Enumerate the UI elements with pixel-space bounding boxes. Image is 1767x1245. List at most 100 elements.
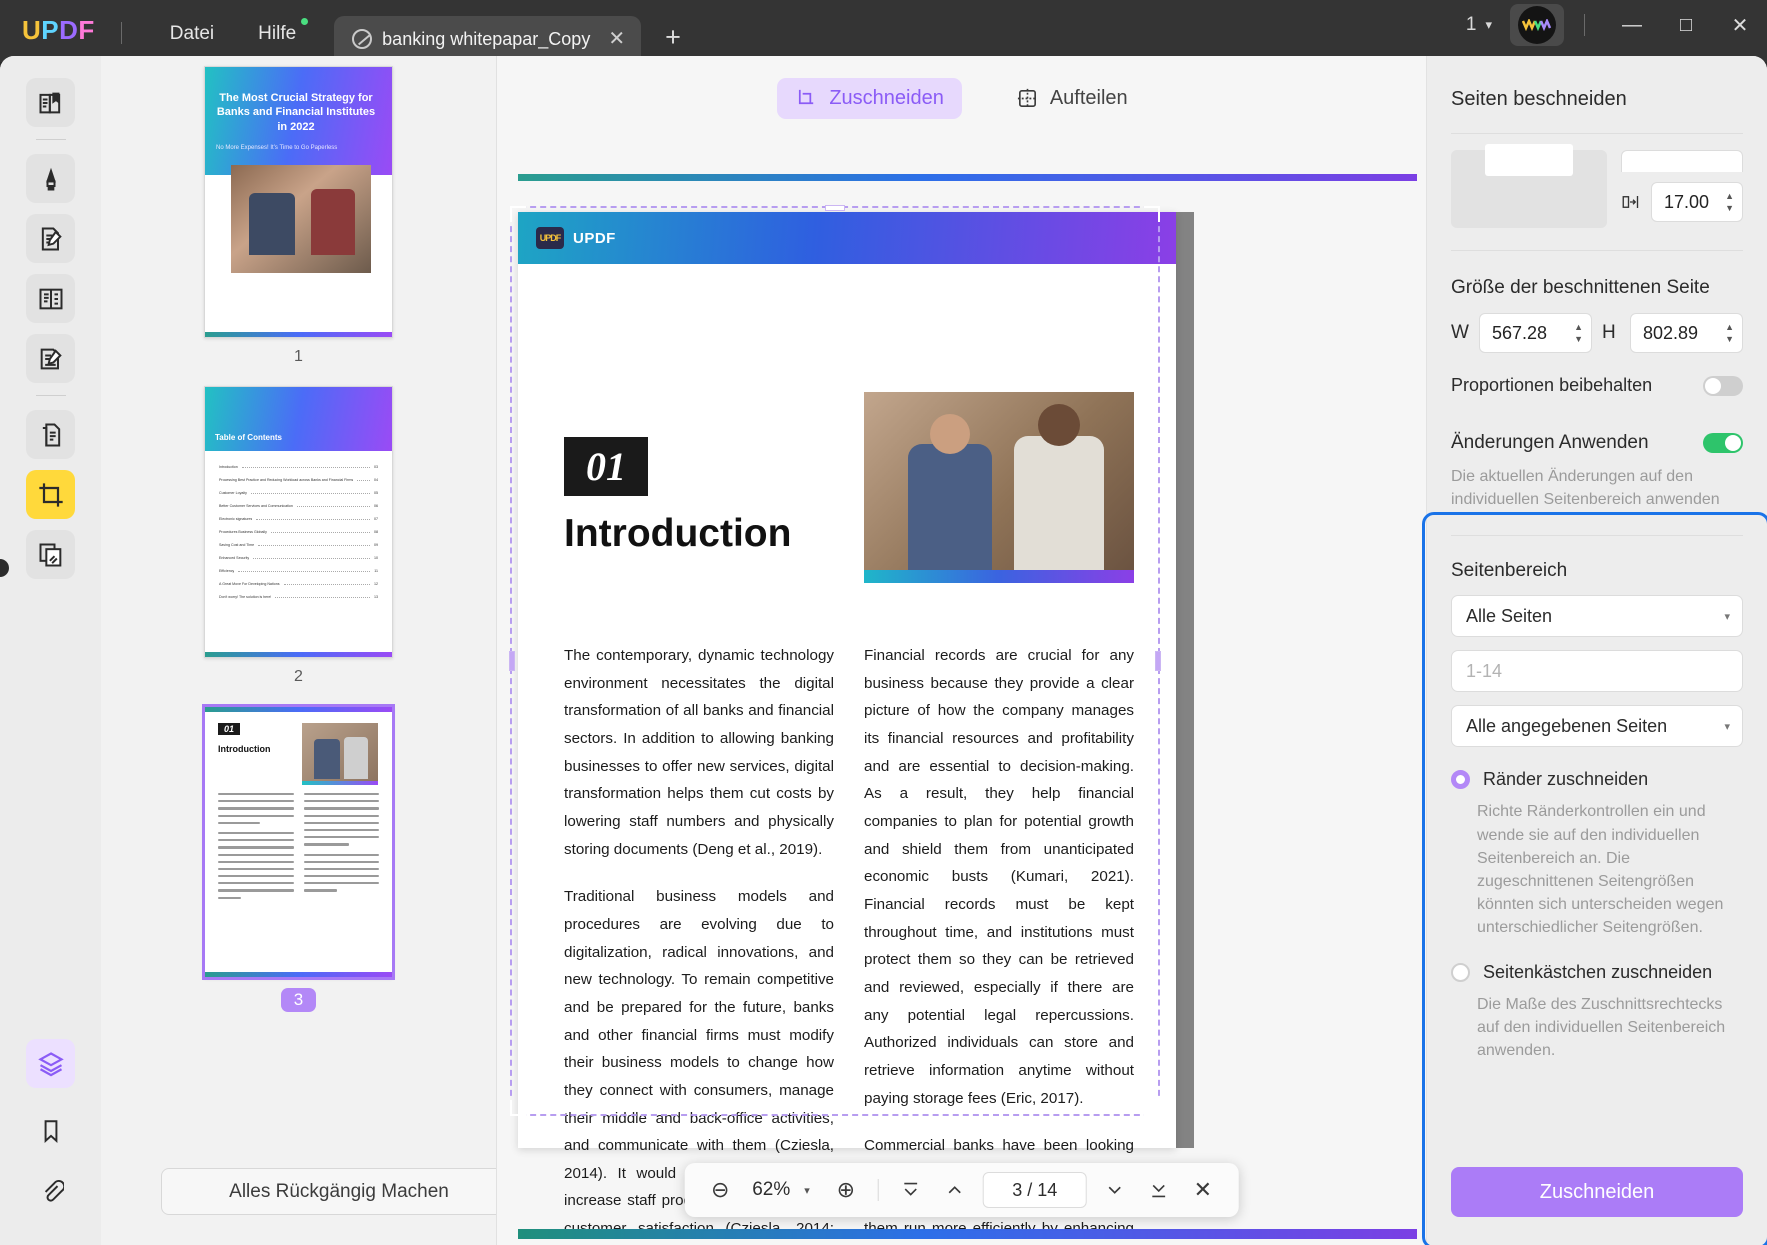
chevron-down-icon: ▾ [1724,610,1730,623]
panel-collapse-handle[interactable] [0,559,9,577]
paragraph: Financial records are crucial for any bu… [864,647,1134,1107]
pdf-page[interactable]: UPDF UPDF 01 Introduction The contempora… [518,212,1176,1237]
last-page-icon[interactable] [1137,1168,1181,1212]
menu-hilfe[interactable]: Hilfe [236,18,318,45]
document-tab-title: banking whitepapar_Copy [382,28,591,49]
crop-handle-left[interactable] [509,651,515,671]
page-range-input-placeholder: 1-14 [1466,660,1503,681]
radio-crop-margins[interactable] [1451,770,1470,790]
thumbnail-page-1[interactable]: The Most Crucial Strategy for Banks and … [204,66,393,338]
height-value[interactable] [1643,322,1726,344]
margin-side-value[interactable] [1664,191,1726,213]
zoom-out-button[interactable]: ⊖ [698,1168,742,1212]
tab-aufteilen[interactable]: Aufteilen [998,78,1146,119]
page-range-input[interactable]: 1-14 [1451,650,1743,693]
toc-page: 05 [374,491,378,495]
sidebar-item-edit-pdf[interactable] [26,214,75,263]
sidebar-item-pages[interactable] [26,1039,75,1088]
updf-logo: U P D F [22,15,95,46]
chevron-down-icon: ▾ [1724,720,1730,733]
thumbnail-item-1[interactable]: The Most Crucial Strategy for Banks and … [101,66,496,366]
tab-zuschneiden[interactable]: Zuschneiden [777,78,962,119]
new-tab-button[interactable]: + [665,22,681,53]
proportions-toggle[interactable] [1703,375,1743,396]
paragraph: The contemporary, dynamic technology env… [564,647,834,858]
stepper-arrows-icon[interactable]: ▲ ▼ [1574,323,1583,343]
undo-all-button[interactable]: Alles Rückgängig Machen [161,1168,496,1215]
toc-page: 06 [374,504,378,508]
sidebar-item-ocr[interactable] [26,530,75,579]
toc-row: Introduction 03 [219,465,378,469]
sign-icon [37,345,65,373]
logo-letter: D [59,15,79,45]
toc-page: 03 [374,465,378,469]
thumbnail-item-3[interactable]: 01 Introduction 3 [101,704,496,1012]
close-toolbar-button[interactable]: ✕ [1181,1168,1225,1212]
zoom-in-button[interactable]: ⊕ [824,1168,868,1212]
window-controls: 1 ▾ — □ ✕ [1466,4,1767,46]
toc-text: Enhanced Security [219,556,250,560]
height-input[interactable]: ▲▼ [1630,313,1743,353]
minimize-button[interactable]: — [1605,14,1659,37]
radio-crop-margins-row[interactable]: Ränder zuschneiden [1427,747,1767,790]
page-bottom-band [518,1229,1417,1239]
first-page-icon[interactable] [889,1168,933,1212]
sidebar-item-bookmark[interactable] [26,1106,75,1155]
apply-changes-label: Änderungen Anwenden [1451,432,1649,453]
thumbnail-panel[interactable]: The Most Crucial Strategy for Banks and … [101,56,497,1245]
page-range-select[interactable]: Alle Seiten ▾ [1451,595,1743,638]
sidebar-item-crop[interactable] [26,470,75,519]
zoom-dropdown-icon[interactable]: ▾ [800,1184,824,1197]
crop-button[interactable]: Zuschneiden [1451,1167,1743,1217]
logo-letter: P [41,15,60,45]
divider [35,395,66,396]
divider [877,1179,879,1201]
logo-letter: F [78,15,95,45]
radio-crop-boxes-row[interactable]: Seitenkästchen zuschneiden [1427,940,1767,983]
sidebar-item-reader[interactable] [26,78,75,127]
margin-preview [1451,144,1607,228]
maximize-button[interactable]: □ [1659,14,1713,37]
thumbnail-page-2[interactable]: Table of Contents Introduction 03 Process… [204,386,393,658]
sidebar-item-form[interactable] [26,274,75,323]
page-indicator[interactable]: 3 / 14 [982,1172,1087,1208]
sidebar-item-sign[interactable] [26,334,75,383]
next-page-icon[interactable] [1093,1168,1137,1212]
sidebar-item-convert[interactable] [26,410,75,459]
stepper-arrows-icon[interactable]: ▲ ▼ [1725,192,1734,212]
menu-datei[interactable]: Datei [148,23,236,45]
tab-zuschneiden-label: Zuschneiden [829,87,944,109]
toc-page: 08 [374,530,378,534]
zoom-level-value[interactable]: 62% [742,1179,800,1201]
toc-row: Electronic signatures 07 [219,517,378,521]
width-input[interactable]: ▲▼ [1479,313,1592,353]
specified-pages-select[interactable]: Alle angegebenen Seiten ▾ [1451,705,1743,748]
prev-page-icon[interactable] [933,1168,977,1212]
page-text-columns [218,793,379,904]
margin-top-value[interactable] [1634,159,1734,172]
sidebar-item-highlighter[interactable] [26,154,75,203]
thumbnail-item-2[interactable]: Table of Contents Introduction 03 Process… [101,386,496,686]
close-window-button[interactable]: ✕ [1713,13,1767,38]
crop-dim-right [1176,212,1194,1148]
toc-text: Procedures Business Globally [219,530,267,534]
updf-watermark-icon: UPDF [536,227,564,249]
radio-crop-boxes[interactable] [1451,962,1470,982]
sidebar-item-attachment[interactable] [26,1166,75,1215]
toc-title: Table of Contents [215,433,282,442]
width-value[interactable] [1492,322,1575,344]
margin-top-input[interactable] [1621,150,1743,172]
crop-handle-top[interactable] [825,205,845,211]
window-count-value: 1 [1465,14,1477,35]
close-icon[interactable]: ✕ [608,29,625,49]
thumbnail-page-3[interactable]: 01 Introduction [202,704,395,980]
toc-page: 13 [374,595,378,599]
app-body: The Most Crucial Strategy for Banks and … [0,56,1767,1245]
crop-page-icon [795,87,818,110]
apply-changes-toggle[interactable] [1703,433,1743,453]
window-count[interactable]: 1 ▾ [1466,14,1492,36]
avatar[interactable] [1510,4,1564,46]
thumbnail-label-2: 2 [294,668,303,685]
stepper-arrows-icon[interactable]: ▲ ▼ [1725,323,1734,343]
margin-side-input[interactable]: ▲▼ [1651,182,1743,222]
